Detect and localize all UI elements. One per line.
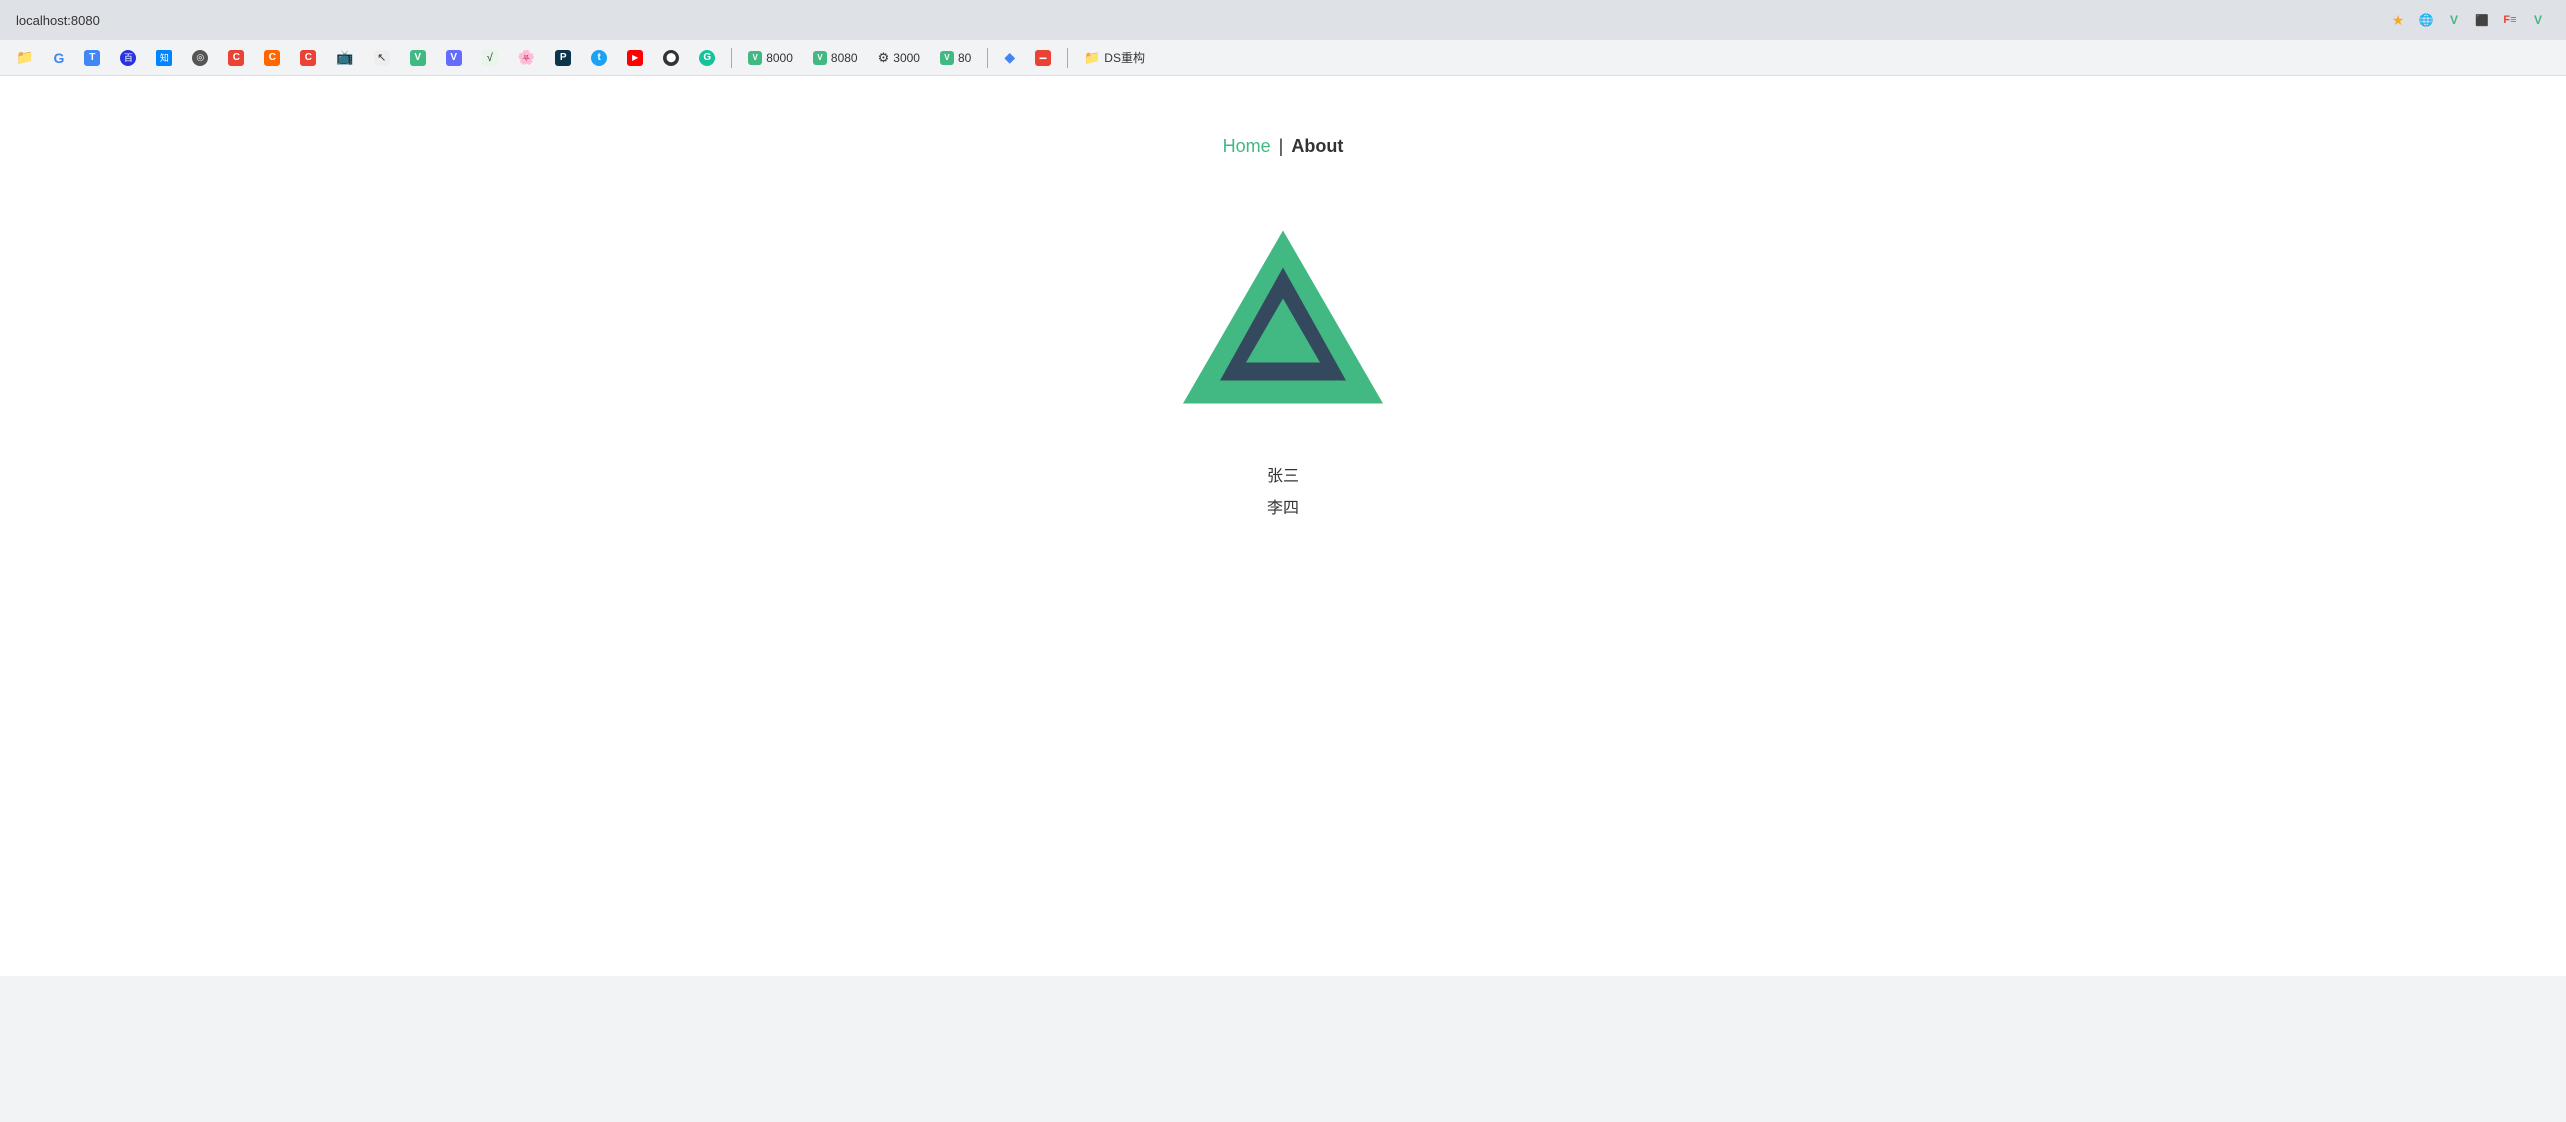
bookmark-vue[interactable]: V xyxy=(402,44,434,72)
extension-fe-icon[interactable]: F≡ xyxy=(2498,8,2522,32)
vue-logo-svg xyxy=(1183,217,1383,417)
bookmark-c1[interactable]: C xyxy=(220,44,252,72)
bookmark-80-label: 80 xyxy=(958,51,971,65)
extension-dark-icon[interactable]: ⬛ xyxy=(2470,8,2494,32)
bookmark-diamond[interactable]: ◆ xyxy=(996,44,1023,72)
bookmark-8080-label: 8080 xyxy=(831,51,858,65)
bookmark-ds[interactable]: 📁 DS重构 xyxy=(1076,44,1153,72)
bookmarks-divider2 xyxy=(987,48,988,68)
bookmark-8000[interactable]: V 8000 xyxy=(740,44,801,72)
bookmark-google[interactable]: G xyxy=(45,44,72,72)
page-title: localhost:8080 xyxy=(16,13,100,28)
bookmark-8080[interactable]: V 8080 xyxy=(805,44,866,72)
bookmark-c2[interactable]: C xyxy=(256,44,288,72)
bookmark-baidu[interactable]: 百 xyxy=(112,44,144,72)
title-bar: localhost:8080 ★ 🌐 V ⬛ F≡ V xyxy=(0,0,2566,40)
extension-vue2-icon[interactable]: V xyxy=(2526,8,2550,32)
bookmark-translate[interactable]: T xyxy=(76,44,108,72)
name2-text: 李四 xyxy=(1267,494,1299,518)
nav-separator: | xyxy=(1279,136,1284,157)
bookmark-twitter[interactable]: t xyxy=(583,44,615,72)
extension-translate-icon[interactable]: 🌐 xyxy=(2414,8,2438,32)
bookmark-math[interactable]: √ xyxy=(474,44,506,72)
bookmark-tv[interactable]: 📺 xyxy=(328,44,361,72)
page-content: Home | About 张三 李四 xyxy=(0,76,2566,976)
bookmark-3000[interactable]: ⚙ 3000 xyxy=(870,44,928,72)
bookmarks-divider3 xyxy=(1067,48,1068,68)
bookmark-ds-label: DS重构 xyxy=(1104,49,1145,66)
bookmark-star-icon[interactable]: ★ xyxy=(2386,8,2410,32)
bookmark-80[interactable]: V 80 xyxy=(932,44,979,72)
nav-bar: Home | About xyxy=(1223,136,1344,157)
bookmark-site1[interactable]: ◎ xyxy=(184,44,216,72)
bookmark-prisma[interactable]: P xyxy=(547,44,579,72)
vue-logo-container xyxy=(1183,217,1383,462)
bookmark-minus[interactable]: − xyxy=(1027,44,1059,72)
about-nav-current: About xyxy=(1291,136,1343,157)
bookmarks-divider1 xyxy=(731,48,732,68)
browser-toolbar-right: ★ 🌐 V ⬛ F≡ V xyxy=(2386,8,2550,32)
bookmark-folder[interactable]: 📁 xyxy=(8,44,41,72)
home-nav-link[interactable]: Home xyxy=(1223,136,1271,157)
bookmark-vite[interactable]: V xyxy=(438,44,470,72)
bookmark-zhihu[interactable]: 知 xyxy=(148,44,180,72)
bookmark-flower[interactable]: 🌸 xyxy=(510,44,543,72)
bookmark-c3[interactable]: C xyxy=(292,44,324,72)
bookmark-youtube[interactable]: ▶ xyxy=(619,44,651,72)
names-container: 张三 李四 xyxy=(1267,462,1299,518)
extension-vue-icon[interactable]: V xyxy=(2442,8,2466,32)
name1-text: 张三 xyxy=(1267,462,1299,486)
bookmark-3000-label: 3000 xyxy=(893,51,920,65)
bookmark-github[interactable]: ⬤ xyxy=(655,44,687,72)
browser-chrome: localhost:8080 ★ 🌐 V ⬛ F≡ V 📁 G T 百 xyxy=(0,0,2566,76)
bookmarks-bar: 📁 G T 百 知 ◎ C C C xyxy=(0,40,2566,76)
bookmark-cursor[interactable]: ↖ xyxy=(366,44,398,72)
bookmark-8000-label: 8000 xyxy=(766,51,793,65)
bookmark-grammarly[interactable]: G xyxy=(691,44,723,72)
